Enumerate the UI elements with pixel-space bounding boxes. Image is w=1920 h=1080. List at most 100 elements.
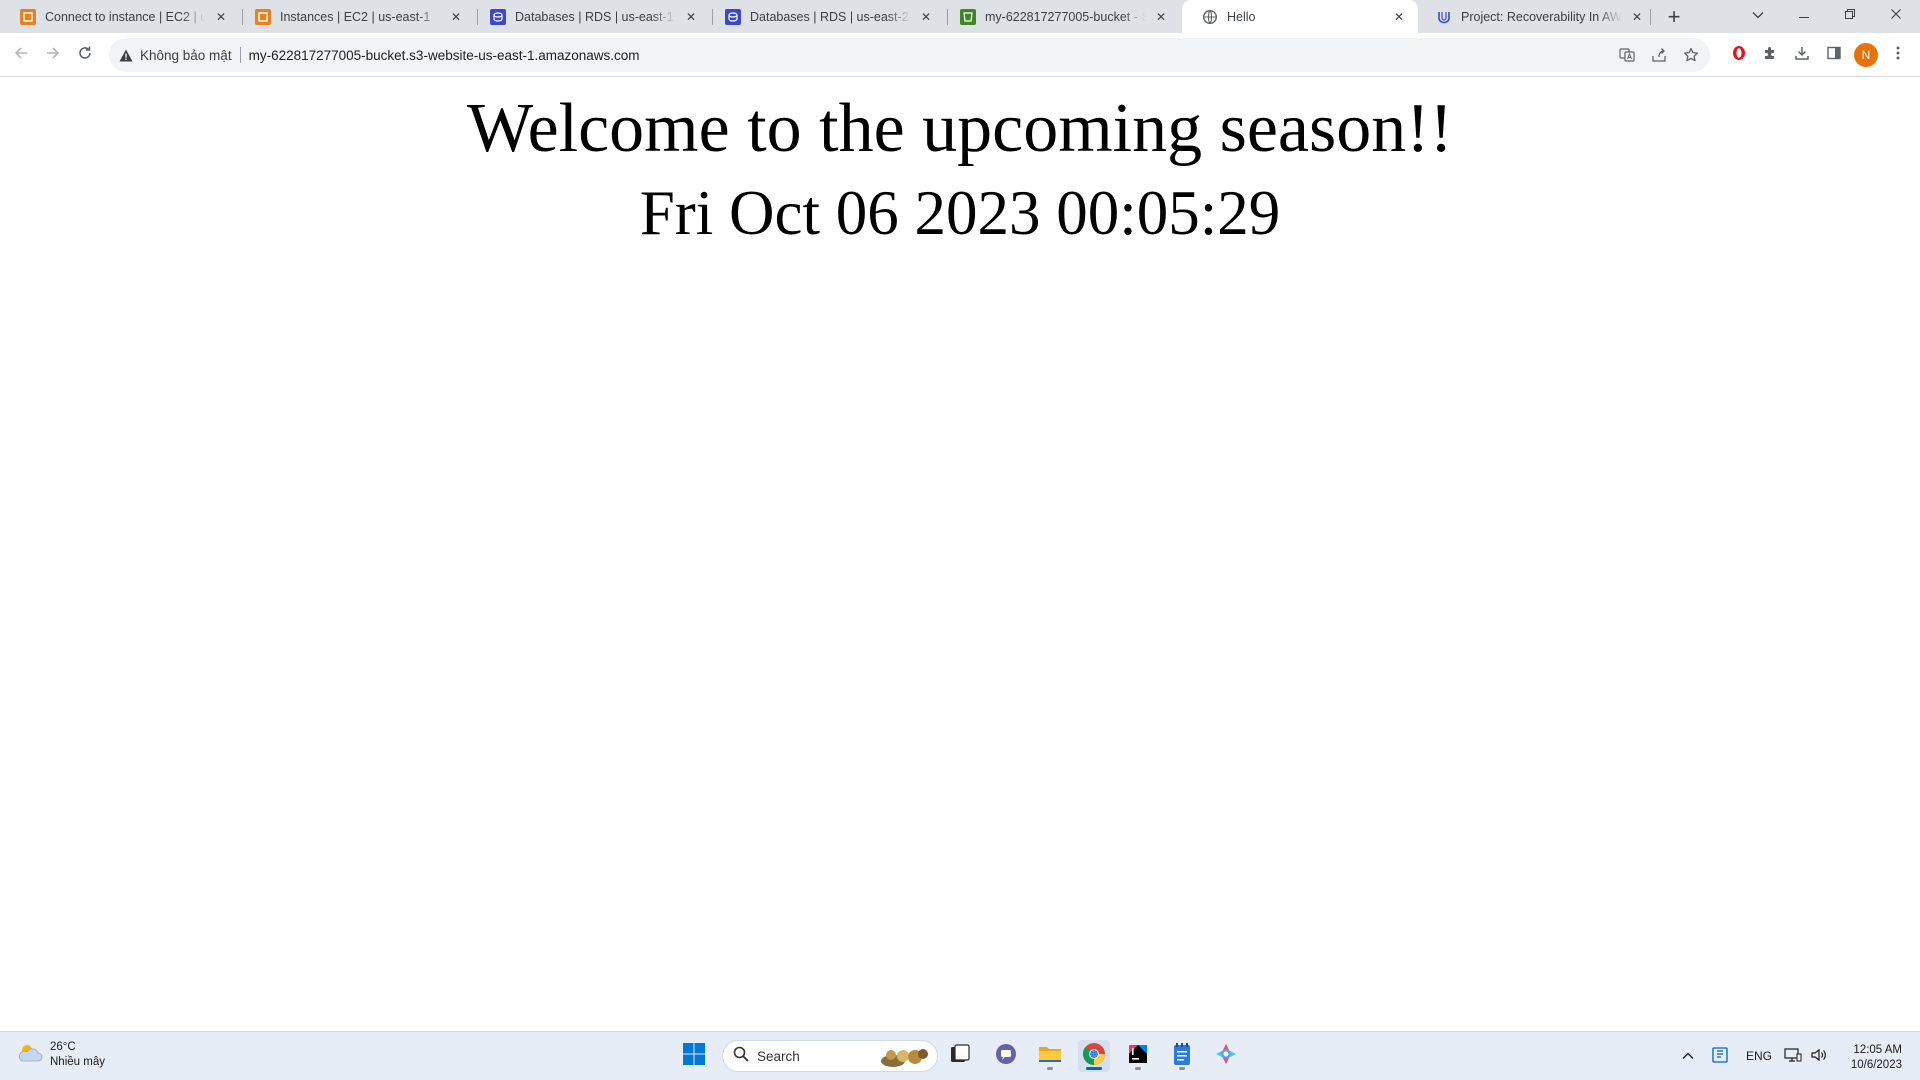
chevron-down-icon bbox=[1752, 6, 1764, 24]
partly-cloudy-icon bbox=[16, 1041, 44, 1070]
tab-rds-us-east-2[interactable]: Databases | RDS | us-east-2 ✕ bbox=[705, 0, 945, 33]
tab-title: Connect to instance | EC2 | us-east-1 bbox=[45, 9, 206, 24]
udacity-icon bbox=[1436, 9, 1452, 25]
translate-icon[interactable] bbox=[1616, 43, 1638, 67]
tab-search-button[interactable] bbox=[1735, 0, 1781, 30]
weather-condition: Nhiều mây bbox=[50, 1056, 105, 1068]
tab-s3-bucket[interactable]: my-622817277005-bucket - S3 bucket ✕ bbox=[940, 0, 1180, 33]
windows-icon bbox=[682, 1042, 706, 1071]
omnibox-actions bbox=[1616, 43, 1702, 67]
url-text[interactable]: my-622817277005-bucket.s3-website-us-eas… bbox=[249, 48, 640, 63]
tab-hello[interactable]: Hello ✕ bbox=[1182, 0, 1418, 33]
aws-rds-icon bbox=[725, 8, 741, 25]
browser-toolbar: Không bảo mật my-622817277005-bucket.s3-… bbox=[0, 33, 1920, 77]
taskbar: 26°C Nhiều mây Search ENG 12:05 AM 10/6/… bbox=[0, 1031, 1920, 1080]
notepad-button[interactable] bbox=[1166, 1040, 1198, 1072]
opera-icon bbox=[1731, 45, 1747, 66]
input-indicator-button[interactable] bbox=[1708, 1044, 1732, 1068]
tab-title: Instances | EC2 | us-east-1 bbox=[280, 9, 431, 24]
aws-ec2-icon bbox=[255, 8, 271, 25]
opera-extension-button[interactable] bbox=[1724, 40, 1754, 70]
clock-date: 10/6/2023 bbox=[1850, 1059, 1902, 1071]
show-hidden-icons-button[interactable] bbox=[1677, 1044, 1699, 1068]
taskbar-search[interactable]: Search bbox=[722, 1040, 938, 1072]
speaker-icon bbox=[1810, 1047, 1828, 1066]
task-view-icon bbox=[949, 1043, 971, 1070]
arrow-right-icon bbox=[45, 45, 61, 66]
tab-udacity-project[interactable]: Project: Recoverability In AWS ✕ bbox=[1416, 0, 1656, 33]
page-heading: Welcome to the upcoming season!! bbox=[467, 90, 1453, 167]
share-icon[interactable] bbox=[1648, 43, 1670, 67]
weather-temperature: 26°C bbox=[50, 1041, 76, 1053]
forward-button[interactable] bbox=[38, 40, 68, 70]
reload-button[interactable] bbox=[70, 40, 100, 70]
extensions-button[interactable] bbox=[1755, 40, 1785, 70]
profile-avatar[interactable]: N bbox=[1854, 43, 1878, 67]
downloads-button[interactable] bbox=[1787, 40, 1817, 70]
aws-rds-icon bbox=[490, 8, 506, 25]
close-icon[interactable]: ✕ bbox=[447, 8, 465, 26]
minimize-icon bbox=[1799, 6, 1809, 24]
menu-button[interactable] bbox=[1883, 40, 1913, 70]
tab-title: Project: Recoverability In AWS bbox=[1461, 9, 1622, 24]
teams-chat-button[interactable] bbox=[990, 1040, 1022, 1072]
close-icon[interactable]: ✕ bbox=[682, 8, 700, 26]
star-icon[interactable] bbox=[1680, 43, 1702, 67]
aws-ec2-icon bbox=[20, 8, 36, 25]
close-icon[interactable]: ✕ bbox=[1152, 8, 1170, 26]
network-icon bbox=[1784, 1047, 1802, 1066]
tab-rds-us-east-1[interactable]: Databases | RDS | us-east-1 ✕ bbox=[470, 0, 710, 33]
intellij-icon bbox=[1127, 1043, 1149, 1070]
download-icon bbox=[1794, 45, 1810, 66]
running-indicator bbox=[1179, 1067, 1185, 1070]
folder-icon bbox=[1038, 1043, 1062, 1070]
tab-separator bbox=[1650, 9, 1651, 25]
language-bar-icon bbox=[1711, 1046, 1729, 1067]
chevron-up-icon bbox=[1682, 1049, 1694, 1063]
task-view-button[interactable] bbox=[944, 1040, 976, 1072]
start-button[interactable] bbox=[678, 1040, 710, 1072]
tab-title: Hello bbox=[1227, 9, 1256, 24]
chrome-taskbar-button[interactable] bbox=[1078, 1040, 1110, 1072]
running-indicator bbox=[1047, 1067, 1053, 1070]
close-icon[interactable]: ✕ bbox=[1628, 8, 1646, 26]
tab-instances[interactable]: Instances | EC2 | us-east-1 ✕ bbox=[235, 0, 475, 33]
volume-button[interactable] bbox=[1808, 1044, 1830, 1068]
arrow-left-icon bbox=[13, 45, 29, 66]
globe-icon bbox=[1202, 9, 1218, 25]
side-panel-icon bbox=[1826, 45, 1842, 66]
network-button[interactable] bbox=[1782, 1044, 1804, 1068]
restore-button[interactable] bbox=[1827, 0, 1873, 30]
close-icon bbox=[1891, 6, 1901, 24]
clock-time: 12:05 AM bbox=[1853, 1044, 1902, 1056]
tab-strip: Connect to instance | EC2 | us-east-1 ✕ … bbox=[0, 0, 1920, 33]
new-tab-button[interactable]: + bbox=[1661, 4, 1687, 30]
language-indicator[interactable]: ENG bbox=[1744, 1044, 1774, 1068]
close-icon[interactable]: ✕ bbox=[212, 8, 230, 26]
running-indicator bbox=[1086, 1067, 1102, 1070]
close-icon[interactable]: ✕ bbox=[1390, 8, 1408, 26]
system-clock[interactable]: 12:05 AM 10/6/2023 bbox=[1838, 1043, 1902, 1073]
snipping-tool-button[interactable] bbox=[1210, 1040, 1242, 1072]
close-icon[interactable]: ✕ bbox=[917, 8, 935, 26]
minimize-button[interactable] bbox=[1781, 0, 1827, 30]
tab-connect-instance[interactable]: Connect to instance | EC2 | us-east-1 ✕ bbox=[0, 0, 240, 33]
search-highlight-icon bbox=[879, 1045, 929, 1074]
tab-title: Databases | RDS | us-east-1 bbox=[515, 9, 674, 24]
search-icon bbox=[733, 1046, 749, 1067]
tab-title: my-622817277005-bucket - S3 bucket bbox=[985, 9, 1146, 24]
intellij-button[interactable] bbox=[1122, 1040, 1154, 1072]
snipping-icon bbox=[1214, 1042, 1238, 1071]
page-content: Welcome to the upcoming season!! Fri Oct… bbox=[0, 78, 1920, 1031]
file-explorer-button[interactable] bbox=[1034, 1040, 1066, 1072]
tab-title: Databases | RDS | us-east-2 bbox=[750, 9, 909, 24]
warning-icon[interactable] bbox=[118, 47, 134, 63]
address-bar[interactable]: Không bảo mật my-622817277005-bucket.s3-… bbox=[109, 38, 1710, 72]
weather-widget[interactable]: 26°C Nhiều mây bbox=[16, 1040, 105, 1070]
reload-icon bbox=[77, 45, 93, 66]
restore-icon bbox=[1845, 6, 1855, 24]
side-panel-button[interactable] bbox=[1819, 40, 1849, 70]
security-status-label[interactable]: Không bảo mật bbox=[140, 48, 232, 63]
close-window-button[interactable] bbox=[1873, 0, 1919, 30]
back-button[interactable] bbox=[6, 40, 36, 70]
